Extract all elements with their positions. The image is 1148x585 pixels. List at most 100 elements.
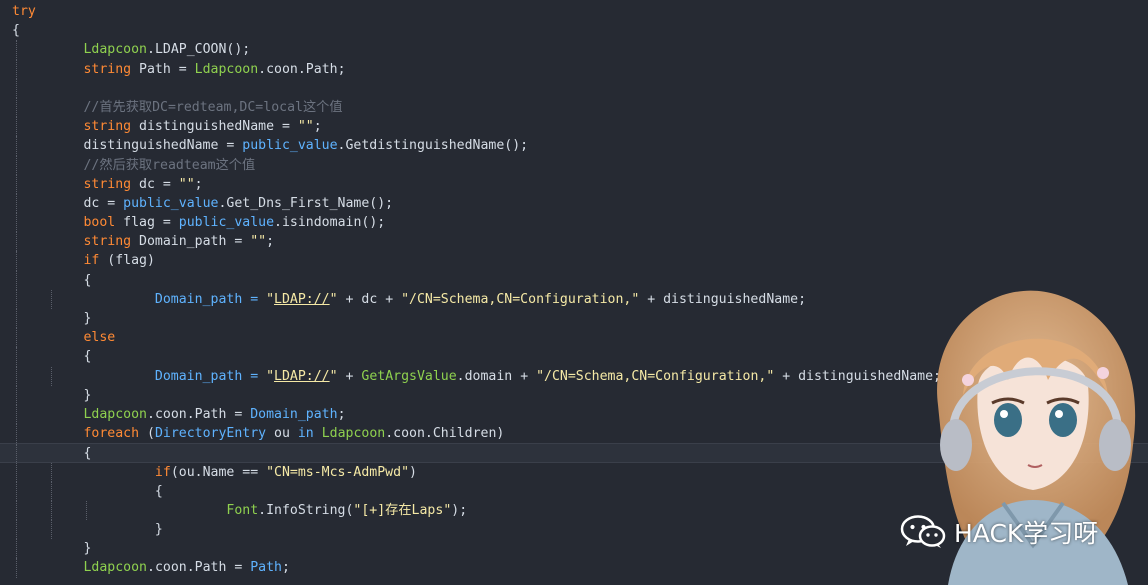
code-line: { xyxy=(0,21,1148,40)
class-name: Ldapcoon xyxy=(194,61,259,77)
code-text: .Get_Dns_First_Name(); xyxy=(218,195,394,211)
code-text: ; xyxy=(194,176,203,192)
code-text: Path = xyxy=(131,61,195,77)
class-name: Ldapcoon xyxy=(321,426,386,442)
ldap-link[interactable]: LDAP:// xyxy=(274,292,330,307)
brace: } xyxy=(154,522,163,538)
code-text: .coon.Path; xyxy=(258,61,346,77)
object-name: public_value xyxy=(123,195,219,211)
type-keyword: string xyxy=(83,61,132,77)
code-text: ou xyxy=(266,426,298,442)
type-keyword: bool xyxy=(83,215,116,231)
brace: { xyxy=(83,349,92,365)
string-literal: "/CN=Schema,CN=Configuration," xyxy=(536,368,775,384)
code-line: string dc = ""; xyxy=(0,174,1148,194)
keyword-if: if xyxy=(83,253,100,269)
wechat-icon xyxy=(900,515,946,548)
keyword-else: else xyxy=(83,330,116,346)
code-text: dc = xyxy=(83,195,124,211)
object-name: Domain_path = xyxy=(154,291,267,307)
class-name: Ldapcoon xyxy=(83,42,147,58)
class-name: GetArgsValue xyxy=(361,368,457,384)
code-line: if (flag) xyxy=(0,251,1148,271)
string-literal: " xyxy=(266,368,275,384)
object-name: Domain_path xyxy=(250,406,338,422)
type-name: DirectoryEntry xyxy=(154,426,267,442)
watermark-text: HACK学习呀 xyxy=(954,519,1099,548)
code-text: ( xyxy=(139,426,155,442)
code-text: ); xyxy=(451,502,468,518)
brace: { xyxy=(83,446,92,462)
object-name: Domain_path = xyxy=(154,368,267,384)
code-text: Domain_path = xyxy=(131,234,251,250)
code-text: .InfoString( xyxy=(258,502,354,518)
class-name: Ldapcoon xyxy=(83,406,147,422)
comment: //首先获取DC=redteam,DC=local这个值 xyxy=(83,99,343,115)
keyword-try: try xyxy=(12,4,36,19)
code-text: + xyxy=(337,368,362,384)
object-name: public_value xyxy=(242,138,338,154)
string-literal: "" xyxy=(297,119,314,135)
code-text: distinguishedName = xyxy=(131,119,298,135)
code-text: .coon.Children) xyxy=(385,426,505,442)
code-line: distinguishedName = public_value.Getdist… xyxy=(0,136,1148,156)
code-text: .domain + xyxy=(456,368,537,384)
string-literal: " xyxy=(266,291,275,307)
class-name: Font xyxy=(226,502,259,518)
string-literal: "CN=ms-Mcs-AdmPwd" xyxy=(266,464,410,480)
code-text: .coon.Path = xyxy=(147,406,251,422)
brace: } xyxy=(83,387,92,403)
code-text: (ou.Name == xyxy=(170,464,267,480)
string-literal: "[+]存在Laps" xyxy=(353,502,452,518)
brace: { xyxy=(83,272,92,288)
code-line: Ldapcoon.LDAP_COON(); xyxy=(0,40,1148,60)
code-line: try xyxy=(0,2,1148,21)
code-line xyxy=(0,78,1148,98)
code-line: dc = public_value.Get_Dns_First_Name(); xyxy=(0,193,1148,214)
string-literal: "/CN=Schema,CN=Configuration," xyxy=(401,291,640,307)
code-line: //然后获取readteam这个值 xyxy=(0,155,1148,175)
code-text: ; xyxy=(313,119,322,135)
keyword-in: in xyxy=(297,426,314,442)
code-line: string distinguishedName = ""; xyxy=(0,117,1148,137)
class-name: Ldapcoon xyxy=(83,560,147,576)
keyword-foreach: foreach xyxy=(83,426,140,442)
code-text: .coon.Path = xyxy=(147,560,251,576)
string-literal: "" xyxy=(250,234,267,250)
code-line: bool flag = public_value.isindomain(); xyxy=(0,213,1148,233)
object-name: public_value xyxy=(178,215,275,231)
code-text: distinguishedName = xyxy=(83,138,243,154)
code-line: //首先获取DC=redteam,DC=local这个值 xyxy=(0,97,1148,118)
string-literal: " xyxy=(329,368,338,384)
type-keyword: string xyxy=(83,234,132,250)
object-name: Path xyxy=(250,560,282,576)
code-text: .isindomain(); xyxy=(274,215,386,231)
code-text: dc = xyxy=(131,176,179,192)
code-text: flag = xyxy=(115,215,179,231)
code-text: ; xyxy=(281,560,290,576)
code-text: + dc + xyxy=(337,291,402,307)
type-keyword: string xyxy=(83,176,132,192)
code-text: ) xyxy=(409,464,417,480)
type-keyword: string xyxy=(83,119,132,135)
code-text: (flag) xyxy=(99,253,155,269)
brace: } xyxy=(83,541,92,557)
ldap-link[interactable]: LDAP:// xyxy=(274,369,330,384)
keyword-if: if xyxy=(154,464,171,480)
brace: { xyxy=(154,483,163,499)
comment: //然后获取readteam这个值 xyxy=(83,157,256,173)
code-text: .GetdistinguishedName(); xyxy=(337,138,529,154)
code-text: ; xyxy=(337,406,346,422)
watermark: HACK学习呀 xyxy=(900,512,1098,552)
string-literal: " xyxy=(329,291,338,307)
code-editor[interactable]: try { Ldapcoon.LDAP_COON(); string Path … xyxy=(0,0,1148,585)
code-text: ; xyxy=(266,234,275,250)
brace: } xyxy=(83,311,92,326)
code-text: + distinguishedName; xyxy=(639,291,807,307)
code-line: string Domain_path = ""; xyxy=(0,232,1148,252)
code-text: .LDAP_COON(); xyxy=(147,42,251,58)
code-line: string Path = Ldapcoon.coon.Path; xyxy=(0,59,1148,79)
string-literal: "" xyxy=(178,176,195,192)
brace: { xyxy=(12,23,20,39)
